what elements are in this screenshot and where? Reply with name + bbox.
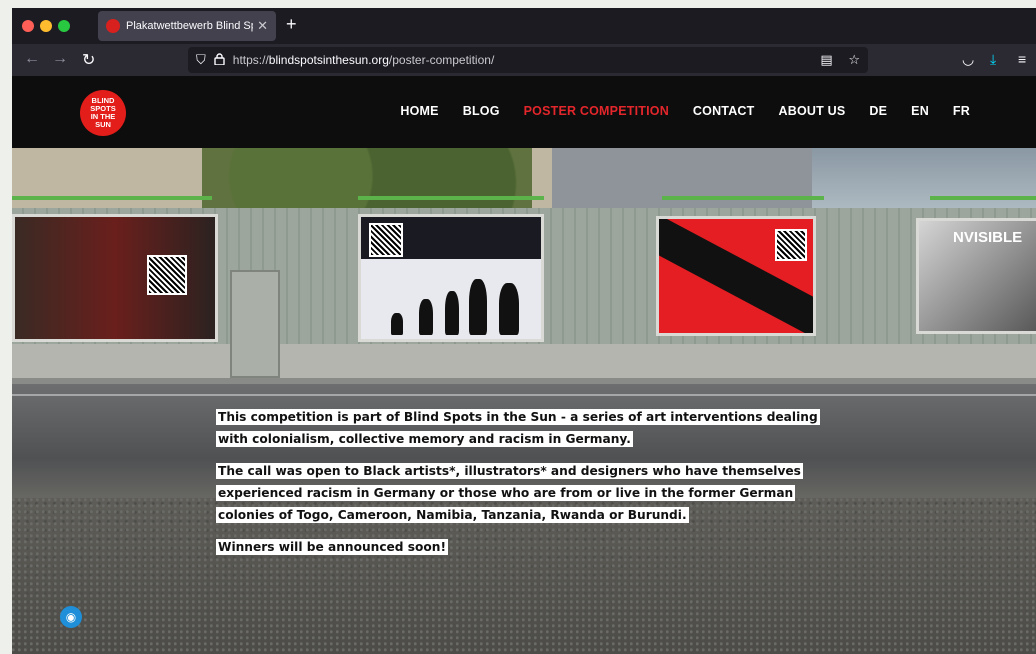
announcement-paragraph: Winners will be announced soon!: [216, 539, 449, 555]
intro-paragraph: This competition is part of Blind Spots …: [216, 409, 820, 447]
poster-word: NVISIBLE: [953, 229, 1023, 246]
poster-4: NVISIBLE: [916, 218, 1036, 334]
green-rail: [930, 196, 1036, 200]
main-navigation: HOME BLOG POSTER COMPETITION CONTACT ABO…: [400, 104, 970, 118]
new-tab-icon[interactable]: +: [286, 14, 297, 35]
reader-view-icon[interactable]: ▤: [820, 52, 832, 67]
nav-blog[interactable]: BLOG: [463, 104, 500, 118]
hero-photo: NVISIBLE This competition is part of Bli…: [12, 148, 1036, 654]
competition-description: This competition is part of Blind Spots …: [216, 406, 836, 568]
poster-2: [358, 214, 544, 342]
poster-3: [656, 216, 816, 336]
nav-about-us[interactable]: ABOUT US: [779, 104, 846, 118]
browser-window: Plakatwettbewerb Blind Spots in ✕ + ← → …: [12, 8, 1036, 654]
site-header: BLIND SPOTS IN THE SUN HOME BLOG POSTER …: [12, 76, 1036, 148]
silhouette: [499, 283, 519, 335]
poster-1: [12, 214, 218, 342]
pocket-icon[interactable]: ◡: [962, 51, 974, 68]
maximize-window-button[interactable]: [58, 20, 70, 32]
qr-code: [369, 223, 403, 257]
silhouette: [419, 299, 433, 335]
lane-marking: [12, 394, 1036, 396]
lang-fr[interactable]: FR: [953, 104, 970, 118]
tab-title: Plakatwettbewerb Blind Spots in: [126, 20, 253, 32]
active-tab[interactable]: Plakatwettbewerb Blind Spots in ✕: [98, 11, 276, 41]
bookmark-star-icon[interactable]: ☆: [848, 52, 860, 67]
green-rail: [358, 196, 544, 200]
reload-icon[interactable]: ↻: [82, 50, 95, 70]
close-icon[interactable]: ✕: [257, 18, 268, 34]
nav-contact[interactable]: CONTACT: [693, 104, 755, 118]
qr-code: [775, 229, 807, 261]
download-icon[interactable]: ⤓: [990, 51, 996, 68]
close-window-button[interactable]: [22, 20, 34, 32]
shield-icon[interactable]: ⛉: [196, 52, 206, 68]
silhouette: [445, 291, 459, 335]
lang-en[interactable]: EN: [911, 104, 929, 118]
green-rail: [662, 196, 824, 200]
site-logo[interactable]: BLIND SPOTS IN THE SUN: [80, 90, 126, 136]
minimize-window-button[interactable]: [40, 20, 52, 32]
back-arrow-icon[interactable]: ←: [24, 50, 40, 68]
address-bar[interactable]: ⛉ https://blindspotsinthesun.org/poster-…: [188, 47, 868, 73]
call-paragraph: The call was open to Black artists*, ill…: [216, 463, 803, 523]
silhouette: [391, 313, 403, 335]
navigation-toolbar: ← → ↻ ⛉ https://blindspotsinthesun.org/p…: [12, 44, 1036, 76]
green-rail: [12, 196, 212, 200]
site-favicon-icon: [106, 19, 120, 33]
cookie-settings-icon[interactable]: ◉: [60, 606, 82, 628]
nav-home[interactable]: HOME: [400, 104, 438, 118]
wall-base: [12, 344, 1036, 378]
lang-de[interactable]: DE: [869, 104, 887, 118]
tab-strip: Plakatwettbewerb Blind Spots in ✕ +: [12, 8, 1036, 44]
forward-arrow-icon[interactable]: →: [52, 50, 68, 68]
lock-icon[interactable]: [214, 52, 225, 68]
url-text[interactable]: https://blindspotsinthesun.org/poster-co…: [233, 53, 495, 67]
hamburger-menu-icon[interactable]: ≡: [1018, 51, 1026, 67]
nav-poster-competition[interactable]: POSTER COMPETITION: [524, 104, 669, 118]
door: [230, 270, 280, 378]
qr-code: [147, 255, 187, 295]
silhouette: [469, 279, 487, 335]
